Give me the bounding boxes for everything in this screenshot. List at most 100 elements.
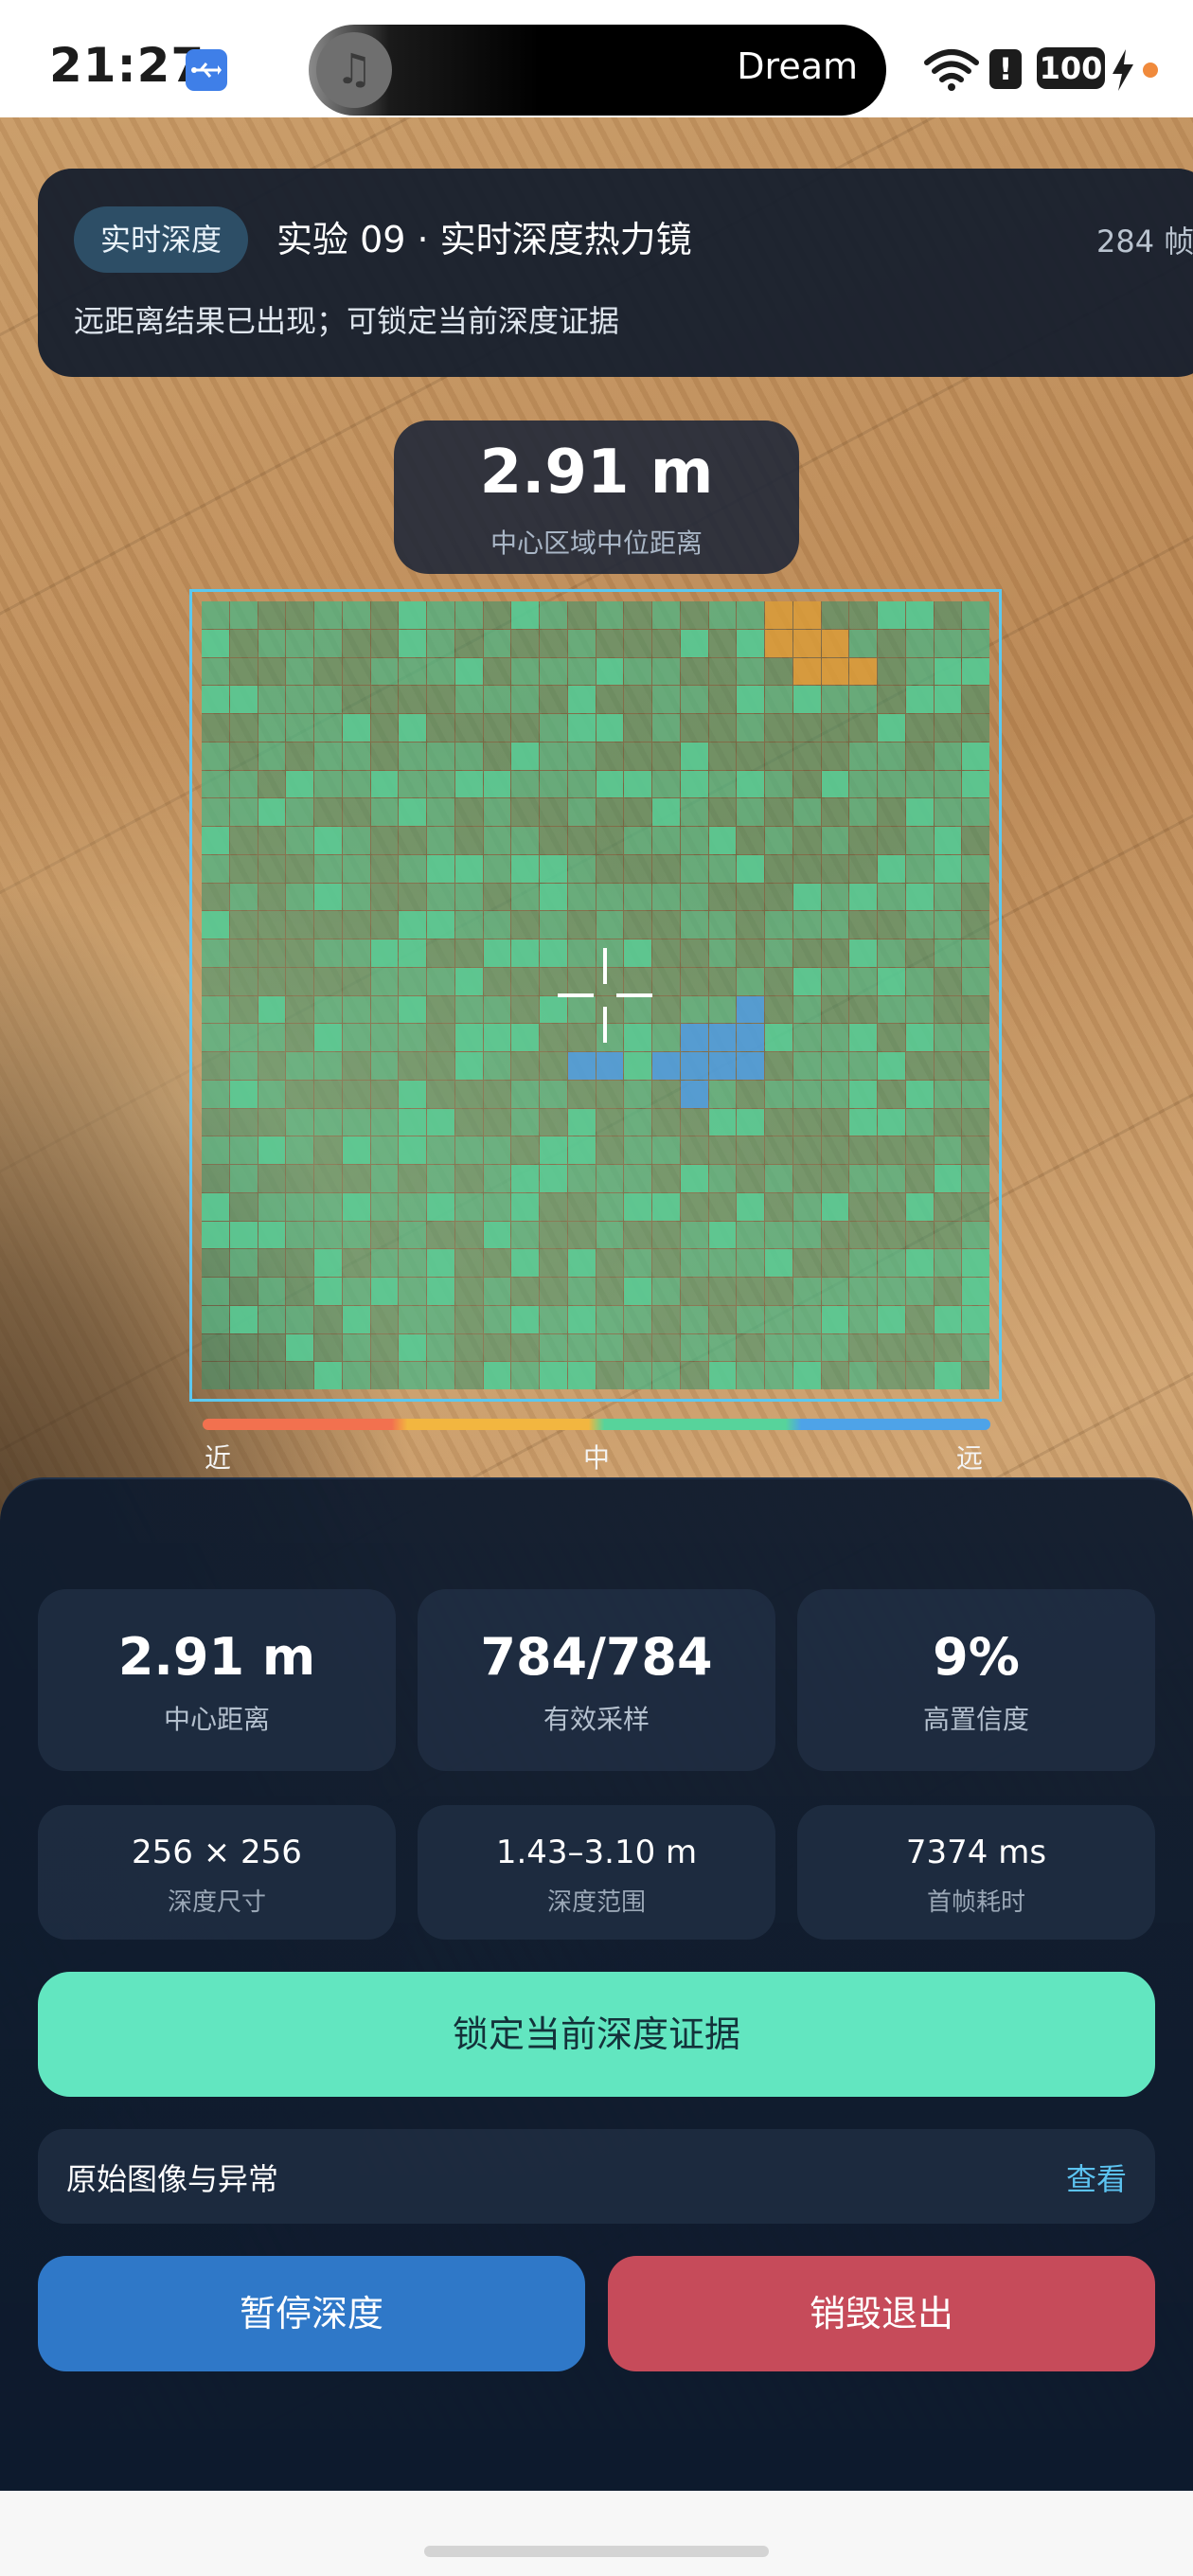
heatmap-cell: [427, 770, 454, 798]
frame-count: 284 帧: [1096, 224, 1193, 259]
heatmap-cell: [596, 1108, 624, 1136]
dynamic-island[interactable]: ♫ Dream: [309, 25, 886, 116]
heatmap-cell: [849, 827, 877, 854]
heatmap-cell: [962, 1278, 989, 1305]
heatmap-cell: [680, 1278, 708, 1305]
heatmap-cell: [905, 1080, 934, 1108]
heatmap-cell: [680, 911, 708, 939]
heatmap-cell: [511, 657, 539, 686]
lock-depth-evidence-button[interactable]: 锁定当前深度证据: [38, 1972, 1155, 2097]
heatmap-cell: [878, 714, 905, 742]
heatmap-cell: [934, 1136, 962, 1164]
heatmap-cell: [792, 911, 821, 939]
heatmap-cell: [399, 770, 426, 798]
heatmap-cell: [652, 911, 680, 939]
heatmap-cell: [567, 1192, 596, 1221]
alert-icon: !: [989, 49, 1022, 89]
heatmap-cell: [229, 1333, 258, 1362]
heatmap-cell: [314, 1362, 342, 1389]
heatmap-cell: [342, 601, 370, 629]
heatmap-cell: [708, 1333, 737, 1362]
heatmap-cell: [511, 1024, 539, 1051]
heatmap-cell: [849, 1221, 877, 1249]
heatmap-cell: [905, 1165, 934, 1192]
heatmap-cell: [849, 1249, 877, 1277]
pause-depth-button[interactable]: 暂停深度: [38, 2256, 585, 2371]
heatmap-cell: [454, 1362, 483, 1389]
heatmap-cell: [765, 1333, 792, 1362]
heatmap-cell: [708, 714, 737, 742]
heatmap-cell: [792, 1221, 821, 1249]
heatmap-cell: [286, 1333, 313, 1362]
battery-icon: 100: [1037, 47, 1105, 89]
heatmap-cell: [624, 1278, 651, 1305]
experiment-header: 实时深度 实验 09 · 实时深度热力镜 284 帧 远距离结果已出现；可锁定当…: [38, 169, 1193, 377]
heatmap-cell: [962, 1192, 989, 1221]
home-indicator[interactable]: [424, 2546, 769, 2557]
heatmap-cell: [905, 1052, 934, 1080]
heatmap-cell: [258, 883, 286, 911]
heatmap-cell: [370, 1305, 399, 1333]
heatmap-cell: [454, 967, 483, 995]
heatmap-cell: [314, 657, 342, 686]
heatmap-cell: [399, 1108, 426, 1136]
heatmap-cell: [258, 1333, 286, 1362]
heatmap-cell: [624, 657, 651, 686]
heatmap-cell: [202, 1333, 229, 1362]
heatmap-cell: [737, 1108, 764, 1136]
heatmap-cell: [342, 1080, 370, 1108]
heatmap-cell: [962, 1305, 989, 1333]
heatmap-cell: [792, 1024, 821, 1051]
heatmap-cell: [483, 1278, 511, 1305]
heatmap-cell: [286, 1024, 313, 1051]
heatmap-cell: [624, 629, 651, 657]
heatmap-cell: [314, 686, 342, 713]
heatmap-cell: [567, 686, 596, 713]
heatmap-cell: [708, 854, 737, 883]
heatmap-cell: [286, 967, 313, 995]
heatmap-cell: [849, 939, 877, 967]
heatmap-cell: [427, 742, 454, 770]
heatmap-cell: [511, 883, 539, 911]
heatmap-cell: [483, 1362, 511, 1389]
heatmap-cell: [652, 1278, 680, 1305]
heatmap-cell: [427, 995, 454, 1024]
heatmap-cell: [821, 1221, 849, 1249]
wifi-icon: [924, 49, 979, 91]
heatmap-cell: [427, 1333, 454, 1362]
status-time: 21:27: [49, 38, 205, 93]
heatmap-cell: [370, 657, 399, 686]
heatmap-cell: [370, 1052, 399, 1080]
screen: 21:27 ♫ Dream ! 100 实时深度 实验 09 · 实时深度热力镜…: [0, 0, 1193, 2576]
raw-image-row[interactable]: 原始图像与异常 查看: [38, 2129, 1155, 2224]
heatmap-cell: [202, 1362, 229, 1389]
heatmap-cell: [737, 714, 764, 742]
heatmap-cell: [905, 1024, 934, 1051]
heatmap-cell: [792, 1108, 821, 1136]
heatmap-cell: [765, 1305, 792, 1333]
heatmap-cell: [399, 911, 426, 939]
heatmap-cell: [624, 1249, 651, 1277]
heatmap-cell: [540, 854, 567, 883]
heatmap-cell: [399, 967, 426, 995]
heatmap-cell: [286, 854, 313, 883]
heatmap-cell: [567, 742, 596, 770]
heatmap-cell: [258, 911, 286, 939]
heatmap-cell: [567, 770, 596, 798]
heatmap-cell: [202, 1080, 229, 1108]
heatmap-cell: [540, 714, 567, 742]
heatmap-cell: [680, 601, 708, 629]
heatmap-cell: [821, 939, 849, 967]
heatmap-cell: [314, 629, 342, 657]
heatmap-cell: [934, 657, 962, 686]
heatmap-cell: [737, 911, 764, 939]
destroy-exit-button[interactable]: 销毁退出: [608, 2256, 1155, 2371]
heatmap-cell: [370, 827, 399, 854]
view-raw-link[interactable]: 查看: [1066, 2156, 1127, 2199]
heatmap-cell: [427, 798, 454, 826]
heatmap-cell: [511, 911, 539, 939]
heatmap-cell: [258, 714, 286, 742]
heatmap-cell: [454, 601, 483, 629]
heatmap-cell: [849, 1305, 877, 1333]
heatmap-cell: [314, 601, 342, 629]
